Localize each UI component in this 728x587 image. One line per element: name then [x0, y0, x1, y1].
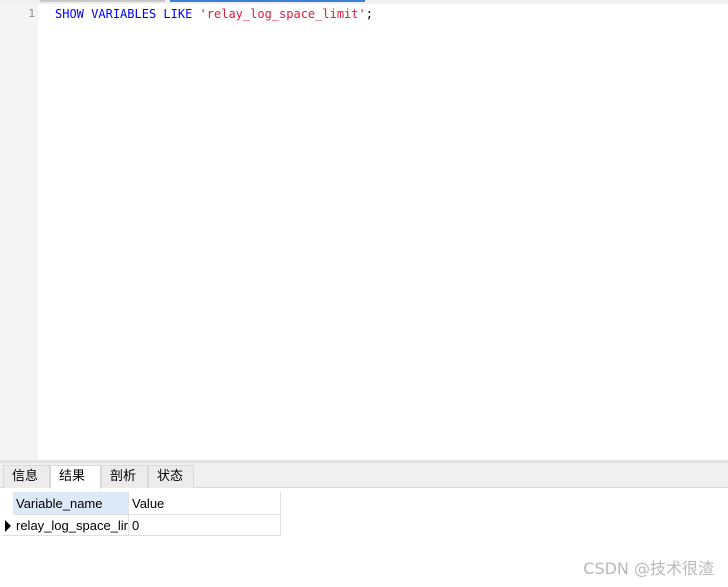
column-header-value[interactable]: Value: [129, 492, 281, 515]
tab-result-1[interactable]: 结果 1: [50, 465, 101, 506]
keyword-show: SHOW: [55, 7, 84, 21]
result-tab-bar: 信息 结果 1 剖析 状态: [0, 463, 728, 506]
line-number-gutter: 1: [0, 4, 38, 460]
current-row-arrow-icon: [5, 520, 11, 532]
table-row[interactable]: relay_log_space_lim 0: [13, 515, 281, 536]
cell-variable-name[interactable]: relay_log_space_lim: [13, 515, 129, 536]
query-tab-indicator[interactable]: [40, 0, 165, 2]
row-indicator[interactable]: [3, 515, 13, 536]
sql-editor[interactable]: 1 SHOW VARIABLES LIKE 'relay_log_space_l…: [0, 4, 728, 460]
string-literal: 'relay_log_space_limit': [199, 7, 366, 21]
statement-terminator: ;: [365, 7, 373, 21]
tab-info[interactable]: 信息: [3, 465, 50, 488]
line-number: 1: [28, 7, 35, 20]
keyword-variables: VARIABLES: [91, 7, 157, 21]
tab-profile[interactable]: 剖析: [101, 465, 148, 488]
tab-status[interactable]: 状态: [148, 465, 194, 488]
code-line[interactable]: SHOW VARIABLES LIKE 'relay_log_space_lim…: [55, 6, 373, 22]
active-query-tab-indicator[interactable]: [170, 0, 365, 2]
grid-header: Variable_name Value: [13, 492, 281, 515]
column-header-variable-name[interactable]: Variable_name: [13, 492, 129, 515]
cell-value[interactable]: 0: [129, 515, 281, 536]
keyword-like: LIKE: [163, 7, 193, 21]
result-pane: Variable_name Value relay_log_space_lim …: [0, 489, 728, 587]
watermark: CSDN @技术很渣: [583, 559, 714, 578]
